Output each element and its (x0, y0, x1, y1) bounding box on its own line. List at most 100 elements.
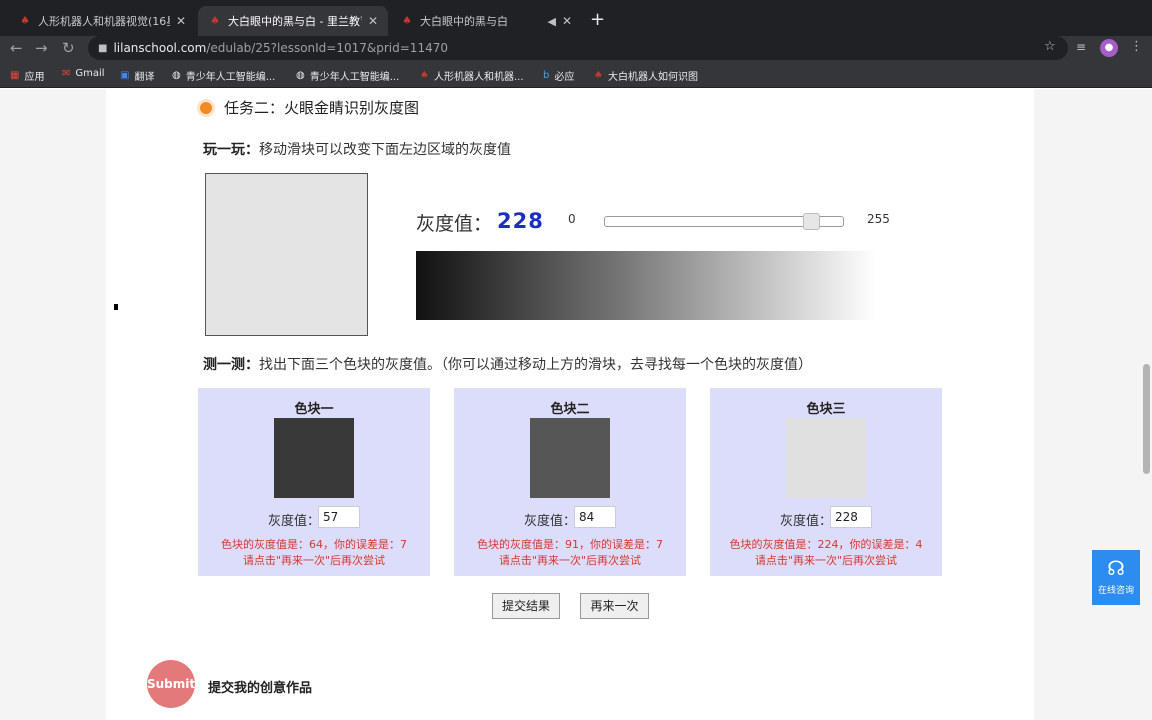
bookmark-label: 青少年人工智能编... (185, 72, 276, 83)
gray-value-readout: 228 (497, 209, 544, 233)
gray-gradient-bar (416, 251, 876, 320)
robot-favicon-icon: ♠ (420, 70, 429, 81)
gray-slider[interactable] (604, 213, 844, 230)
bookmark-gmail[interactable]: ✉ Gmail (62, 68, 105, 79)
avatar[interactable]: ● (1100, 39, 1118, 57)
text-cursor (114, 304, 118, 310)
url-path: /edulab/25?lessonId=1017&prid=11470 (206, 41, 448, 55)
submit-badge[interactable]: Submit (147, 660, 195, 708)
slider-max-label: 255 (867, 212, 890, 226)
result-line-2: 请点击"再来一次"后再次尝试 (498, 554, 642, 567)
bookmark-apps[interactable]: ▦ 应用 (10, 68, 44, 83)
bookmark-label: 人形机器人和机器... (433, 72, 524, 83)
bookmark-bing[interactable]: b 必应 (543, 68, 574, 83)
gray-value-input[interactable]: 84 (574, 506, 616, 528)
play-text: 移动滑块可以改变下面左边区域的灰度值 (259, 142, 511, 158)
bookmark-label: 应用 (24, 72, 45, 83)
bookmark-label: Gmail (75, 68, 105, 79)
bookmark-dabai[interactable]: ♠ 大白机器人如何识图 (594, 68, 698, 83)
lock-icon: ■ (98, 42, 108, 54)
card-result: 色块的灰度值是：224，你的误差是：4 请点击"再来一次"后再次尝试 (710, 537, 942, 569)
bookmark-robot-vision[interactable]: ♠ 人形机器人和机器... (420, 68, 524, 83)
media-queue-icon[interactable]: ≡ (1076, 40, 1086, 54)
bing-icon: b (543, 70, 550, 81)
bookmark-ai-2[interactable]: ◍ 青少年人工智能编... (296, 68, 399, 83)
slider-thumb[interactable] (803, 213, 820, 230)
globe-icon: ◍ (296, 70, 305, 81)
back-icon[interactable]: ← (10, 39, 23, 57)
bookmark-label: 青少年人工智能编... (309, 72, 400, 83)
card-swatch (786, 418, 866, 498)
robot-favicon-icon: ♠ (402, 14, 412, 27)
card-value-label: 灰度值： (268, 514, 321, 529)
page-viewport: 任务二：火眼金睛识别灰度图 玩一玩：移动滑块可以改变下面左边区域的灰度值 灰度值… (0, 89, 1152, 720)
close-icon[interactable]: ✕ (368, 14, 378, 28)
card-result: 色块的灰度值是：64，你的误差是：7 请点击"再来一次"后再次尝试 (198, 537, 430, 569)
submit-work-label: 提交我的创意作品 (208, 681, 313, 696)
card-value-label: 灰度值： (780, 514, 833, 529)
tab-3[interactable]: ♠ 大白眼中的黑与白 ◀ ✕ (390, 6, 582, 36)
bookmark-label: 翻译 (134, 72, 155, 83)
card-title: 色块一 (294, 402, 334, 417)
result-line-2: 请点击"再来一次"后再次尝试 (754, 554, 898, 567)
consult-label: 在线咨询 (1097, 586, 1134, 596)
close-icon[interactable]: ✕ (176, 14, 186, 28)
card-value-label: 灰度值： (524, 514, 577, 529)
gmail-icon: ✉ (62, 68, 71, 79)
forward-icon[interactable]: → (35, 39, 48, 57)
bookmark-star-icon[interactable]: ☆ (1044, 39, 1056, 54)
reload-icon[interactable]: ↻ (62, 39, 75, 57)
result-line-1: 色块的灰度值是：91，你的误差是：7 (477, 538, 663, 551)
gray-value-input[interactable]: 57 (318, 506, 360, 528)
headset-icon: ☊ (1107, 556, 1125, 580)
tab-title: 大白眼中的黑与白 - 里兰教育 - 5 (228, 15, 362, 28)
test-label: 测一测： (203, 357, 259, 373)
color-card-1: 色块一 灰度值： 57 色块的灰度值是：64，你的误差是：7 请点击"再来一次"… (198, 388, 430, 576)
result-line-2: 请点击"再来一次"后再次尝试 (242, 554, 386, 567)
card-swatch (530, 418, 610, 498)
gray-value-label: 灰度值： (416, 213, 493, 235)
retry-button[interactable]: 再来一次 (580, 593, 649, 619)
online-consult-button[interactable]: ☊ 在线咨询 (1092, 550, 1140, 605)
lesson-content: 任务二：火眼金睛识别灰度图 玩一玩：移动滑块可以改变下面左边区域的灰度值 灰度值… (106, 89, 1034, 720)
task-title-text: 任务二：火眼金睛识别灰度图 (224, 99, 420, 117)
bookmark-ai-1[interactable]: ◍ 青少年人工智能编... (172, 68, 275, 83)
translate-icon: ▣ (120, 70, 130, 81)
tab-2[interactable]: ♠ 大白眼中的黑与白 - 里兰教育 - 5 ✕ (198, 6, 388, 36)
gray-preview-swatch (205, 173, 368, 336)
robot-favicon-icon: ♠ (210, 14, 220, 27)
page-scrollbar[interactable] (1143, 364, 1150, 474)
submit-result-button[interactable]: 提交结果 (492, 593, 560, 619)
kebab-menu-icon[interactable]: ⋮ (1130, 39, 1143, 54)
url-host: lilanschool.com (113, 41, 207, 55)
card-title: 色块三 (806, 402, 846, 417)
address-bar[interactable]: ■ lilanschool.com /edulab/25?lessonId=10… (88, 36, 1068, 60)
robot-favicon-icon: ♠ (594, 70, 603, 81)
bookmark-label: 必应 (554, 72, 575, 83)
tab-title: 人形机器人和机器视觉(16星期,3 (38, 15, 170, 28)
browser-toolbar: ← → ↻ ■ lilanschool.com /edulab/25?lesso… (0, 36, 1152, 62)
robot-favicon-icon: ♠ (20, 14, 30, 27)
task-title: 任务二：火眼金睛识别灰度图 (200, 97, 419, 118)
card-result: 色块的灰度值是：91，你的误差是：7 请点击"再来一次"后再次尝试 (454, 537, 686, 569)
color-card-3: 色块三 灰度值： 228 色块的灰度值是：224，你的误差是：4 请点击"再来一… (710, 388, 942, 576)
test-text: 找出下面三个色块的灰度值。（你可以通过移动上方的滑块，去寻找每一个色块的灰度值） (259, 357, 812, 373)
gray-value-input[interactable]: 228 (830, 506, 872, 528)
card-title: 色块二 (550, 402, 590, 417)
close-icon[interactable]: ✕ (562, 14, 572, 28)
speaker-icon[interactable]: ◀ (547, 15, 555, 28)
apps-grid-icon: ▦ (10, 70, 20, 81)
bullet-dot-icon (200, 101, 212, 114)
tab-1[interactable]: ♠ 人形机器人和机器视觉(16星期,3 ✕ (8, 6, 196, 36)
bookmarks-bar: ▦ 应用 ✉ Gmail ▣ 翻译 ◍ 青少年人工智能编... ◍ 青少年人工智能编...… (0, 62, 1152, 88)
color-card-2: 色块二 灰度值： 84 色块的灰度值是：91，你的误差是：7 请点击"再来一次"… (454, 388, 686, 576)
result-line-1: 色块的灰度值是：64，你的误差是：7 (221, 538, 407, 551)
test-instruction: 测一测：找出下面三个色块的灰度值。（你可以通过移动上方的滑块，去寻找每一个色块的… (203, 354, 812, 374)
new-tab-button[interactable]: + (590, 9, 605, 30)
result-line-1: 色块的灰度值是：224，你的误差是：4 (729, 538, 923, 551)
bookmark-translate[interactable]: ▣ 翻译 (120, 68, 154, 83)
slider-min-label: 0 (568, 212, 576, 226)
card-swatch (274, 418, 354, 498)
bookmark-label: 大白机器人如何识图 (607, 72, 698, 83)
globe-icon: ◍ (172, 70, 181, 81)
